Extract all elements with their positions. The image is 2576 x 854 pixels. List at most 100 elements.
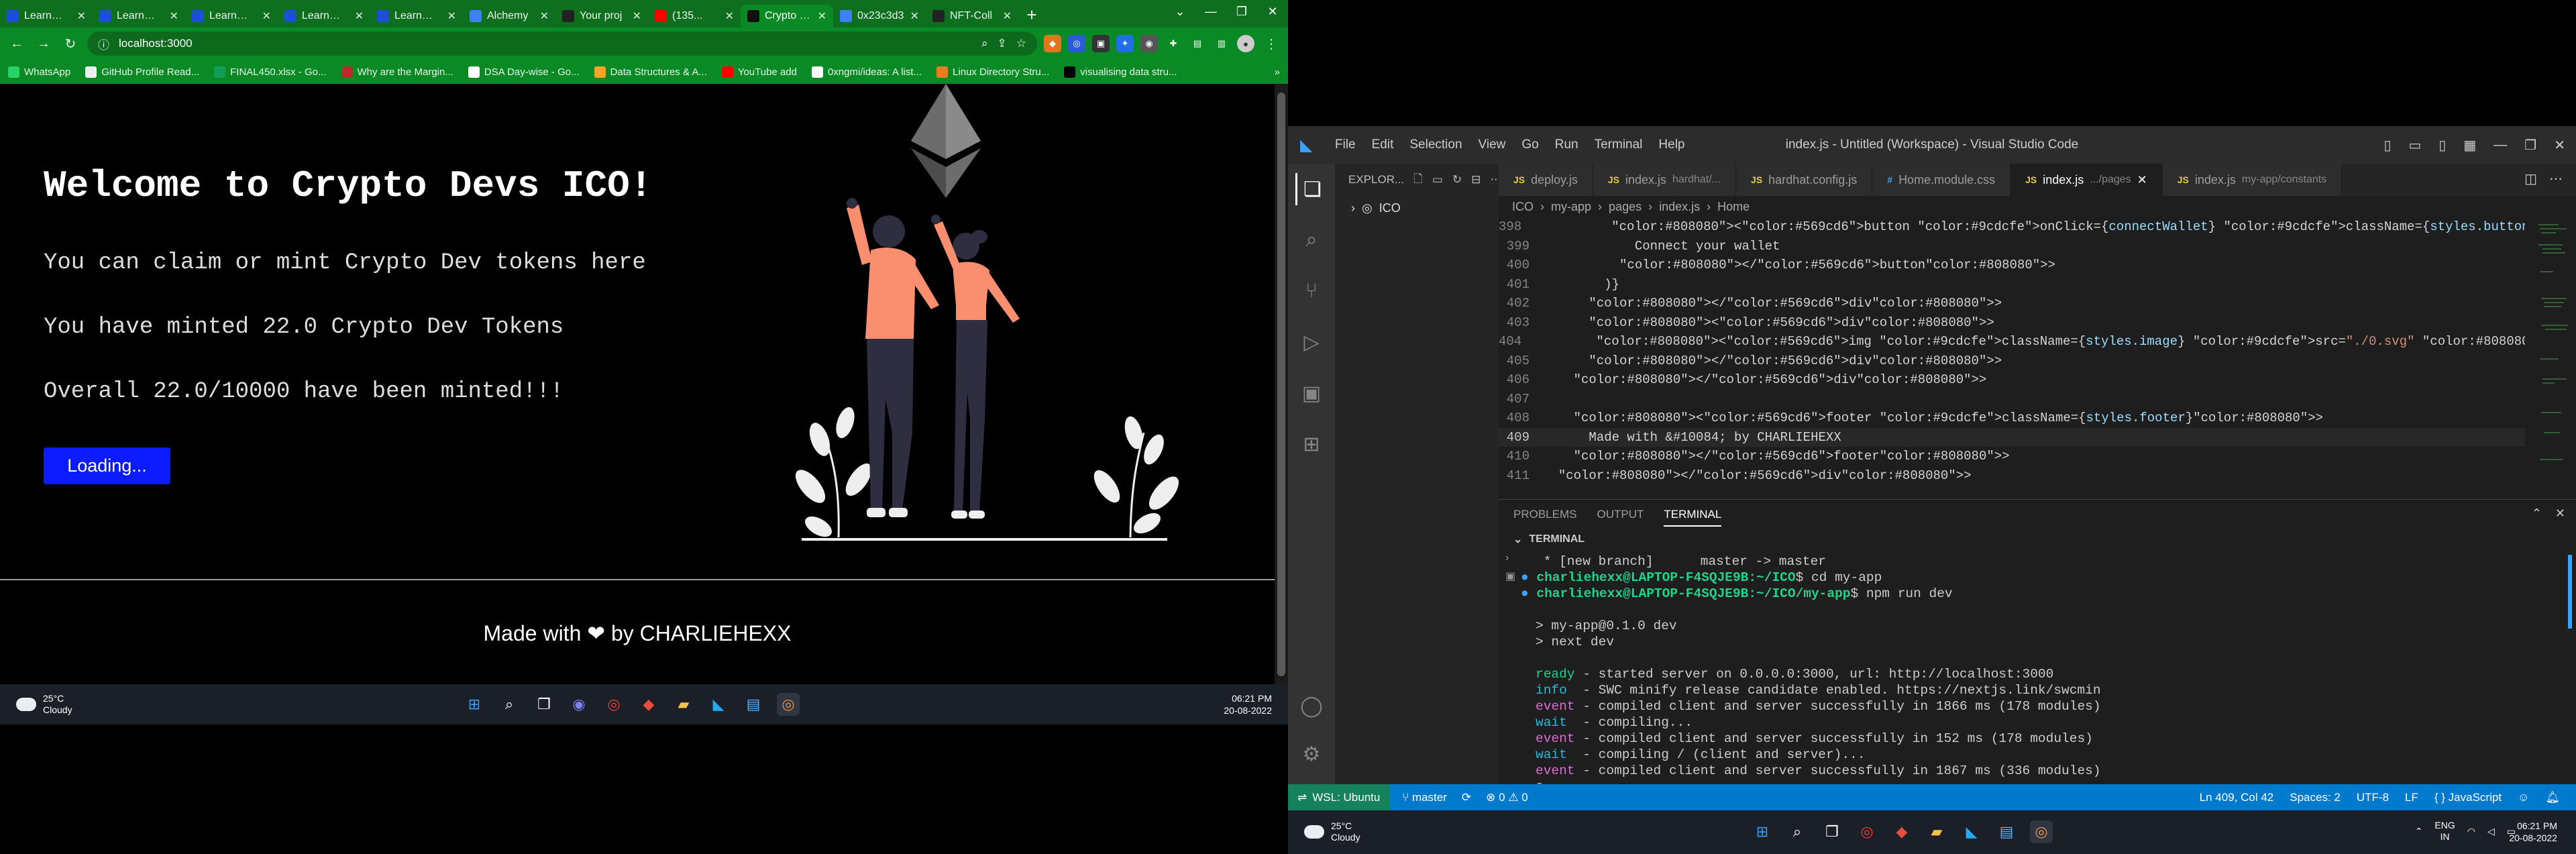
terminal-icon[interactable]: ▣: [1505, 570, 1515, 583]
browser-tab[interactable]: LearnWeb3 ✕: [370, 5, 463, 28]
wifi-icon[interactable]: ◠: [2467, 826, 2475, 837]
explorer-icon[interactable]: ❏: [1295, 173, 1328, 205]
file-explorer-icon[interactable]: ▰: [1925, 820, 1948, 843]
chrome-active-icon[interactable]: ◎: [777, 693, 800, 716]
puzzle-icon[interactable]: ✚: [1165, 35, 1182, 52]
chrome-icon[interactable]: ◎: [602, 693, 625, 716]
browser-tab[interactable]: LearnWeb3 ✕: [185, 5, 278, 28]
menu-item[interactable]: View: [1479, 138, 1506, 152]
loading-button[interactable]: Loading...: [44, 447, 170, 484]
terminal-output[interactable]: * [new branch] master -> master ● charlie…: [1521, 553, 2562, 794]
input-language[interactable]: ENG IN: [2434, 820, 2455, 843]
folder-item[interactable]: › ◎ ICO: [1335, 197, 1499, 219]
chevron-right-icon[interactable]: ›: [1505, 552, 1515, 564]
menu-item[interactable]: Run: [1555, 138, 1578, 152]
settings-gear-icon[interactable]: ⚙: [1295, 738, 1328, 770]
new-folder-icon[interactable]: ▭: [1432, 173, 1443, 186]
git-branch[interactable]: ⑂ master: [1402, 791, 1447, 804]
info-icon[interactable]: ⓘ: [98, 36, 109, 52]
editor-tab[interactable]: JS index.js .../pages ✕: [2010, 164, 2163, 196]
new-tab-icon[interactable]: +: [1018, 5, 1045, 28]
scrollbar-thumb[interactable]: [1277, 93, 1285, 676]
system-clock[interactable]: 06:21 PM 20-08-2022: [1224, 692, 1272, 716]
breadcrumb-item[interactable]: my-app: [1551, 200, 1591, 214]
close-tab-icon[interactable]: ✕: [262, 9, 271, 23]
file-explorer-icon[interactable]: ▰: [672, 693, 695, 716]
close-tab-icon[interactable]: ✕: [818, 9, 826, 23]
breadcrumb-item[interactable]: Home: [1717, 200, 1750, 214]
browser-tab[interactable]: Crypto De ✕: [741, 5, 833, 28]
chrome-active-icon[interactable]: ◎: [2030, 820, 2053, 843]
layout-panel-icon[interactable]: ▭: [2408, 137, 2421, 154]
menu-icon[interactable]: ⋮: [1261, 34, 1281, 54]
extension-icon[interactable]: ▣: [1092, 35, 1110, 52]
browser-tab[interactable]: LearnWeb3 ✕: [0, 5, 93, 28]
panel-tab[interactable]: OUTPUT: [1597, 508, 1644, 521]
chevron-down-icon[interactable]: ⌄: [1165, 0, 1195, 23]
volume-icon[interactable]: ◁: [2487, 826, 2495, 837]
encoding[interactable]: UTF-8: [2357, 791, 2389, 804]
chevron-down-icon[interactable]: ⌄: [1513, 533, 1522, 546]
reload-icon[interactable]: ↻: [60, 34, 80, 54]
task-view-icon[interactable]: ❐: [533, 693, 555, 716]
menu-item[interactable]: Edit: [1372, 138, 1394, 152]
close-tab-icon[interactable]: ✕: [170, 9, 178, 23]
more-icon[interactable]: ⋯: [2549, 170, 2563, 187]
bookmark-item[interactable]: 0xngmi/ideas: A list...: [811, 66, 922, 78]
close-tab-icon[interactable]: ✕: [1003, 9, 1012, 23]
sync-icon[interactable]: ⟳: [1462, 791, 1471, 804]
maximize-panel-icon[interactable]: ⌃: [2532, 506, 2542, 521]
close-tab-icon[interactable]: ✕: [633, 9, 641, 23]
bookmark-item[interactable]: FINAL450.xlsx - Go...: [214, 66, 327, 78]
close-tab-icon[interactable]: ✕: [447, 9, 456, 23]
minimap[interactable]: [2536, 217, 2576, 499]
extension-icon[interactable]: ✦: [1116, 35, 1134, 52]
bookmark-item[interactable]: YouTube add: [721, 66, 797, 78]
extensions-icon[interactable]: ⊞: [1295, 428, 1328, 460]
close-tab-icon[interactable]: ✕: [540, 9, 549, 23]
close-tab-icon[interactable]: ✕: [2137, 173, 2147, 187]
extension-icon[interactable]: ◉: [1140, 35, 1158, 52]
windows-start-icon[interactable]: ⊞: [463, 693, 486, 716]
breadcrumb-item[interactable]: index.js: [1659, 200, 1700, 214]
menu-item[interactable]: File: [1335, 138, 1356, 152]
editor-tab[interactable]: JS deploy.js: [1499, 164, 1593, 196]
bookmark-item[interactable]: Why are the Margin...: [341, 66, 453, 78]
notifications-icon[interactable]: 🔔︎: [2545, 791, 2560, 804]
bookmark-item[interactable]: visualising data stru...: [1064, 66, 1177, 78]
language-mode[interactable]: { } JavaScript: [2434, 791, 2502, 804]
system-clock[interactable]: 06:21 PM 20-08-2022: [2509, 820, 2557, 844]
chevron-up-icon[interactable]: ⌃: [2415, 826, 2423, 837]
browser-tab[interactable]: (135... ✕: [648, 5, 741, 28]
menu-item[interactable]: Terminal: [1595, 138, 1643, 152]
menu-item[interactable]: Go: [1521, 138, 1538, 152]
browser-tab[interactable]: NFT-Coll ✕: [926, 5, 1018, 28]
weather-widget[interactable]: 25°C Cloudy: [1304, 820, 1360, 843]
close-tab-icon[interactable]: ✕: [725, 9, 734, 23]
bookmark-item[interactable]: Linux Directory Stru...: [936, 66, 1049, 78]
maximize-icon[interactable]: ❐: [1226, 0, 1257, 23]
breadcrumb-item[interactable]: ICO: [1512, 200, 1534, 214]
editor-tab[interactable]: JS hardhat.config.js: [1736, 164, 1873, 196]
notepad-icon[interactable]: ▤: [742, 693, 765, 716]
close-tab-icon[interactable]: ✕: [910, 9, 919, 23]
run-debug-icon[interactable]: ▷: [1295, 326, 1328, 358]
close-tab-icon[interactable]: ✕: [355, 9, 364, 23]
indentation[interactable]: Spaces: 2: [2290, 791, 2341, 804]
split-editor-icon[interactable]: ◫: [2524, 170, 2537, 187]
customize-layout-icon[interactable]: ▦: [2463, 137, 2476, 154]
zoom-icon[interactable]: ⌕: [981, 37, 988, 50]
code-editor[interactable]: 398 "color:#808080"><"color:#569cd6">but…: [1499, 217, 2525, 499]
vscode-icon[interactable]: ◣: [707, 693, 730, 716]
remote-indicator[interactable]: ⇌ WSL: Ubuntu: [1288, 784, 1390, 810]
bookmark-star-icon[interactable]: ☆: [1016, 37, 1026, 50]
vscode-icon[interactable]: ◣: [1960, 820, 1983, 843]
bookmark-item[interactable]: DSA Day-wise - Go...: [468, 66, 580, 78]
chat-icon[interactable]: ◉: [568, 693, 590, 716]
git-icon[interactable]: ◆: [637, 693, 660, 716]
source-control-icon[interactable]: ⑂: [1295, 275, 1328, 307]
editor-tab[interactable]: JS index.js my-app/constants: [2162, 164, 2343, 196]
close-tab-icon[interactable]: ✕: [77, 9, 86, 23]
end-of-line[interactable]: LF: [2405, 791, 2418, 804]
refresh-icon[interactable]: ↻: [1452, 173, 1462, 186]
